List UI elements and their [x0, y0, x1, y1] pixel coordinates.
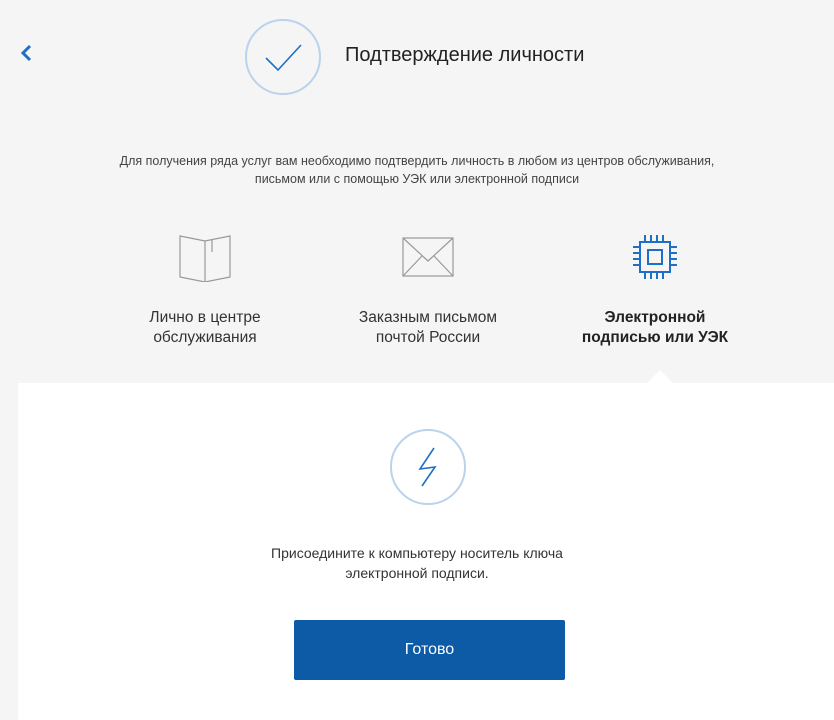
- intro-line-2: письмом или с помощью УЭК или электронно…: [254, 172, 580, 186]
- method-electronic-signature-line-1: Электронной: [604, 309, 706, 326]
- page-title: Подтверждение личности: [345, 44, 585, 66]
- checkmark-circle-icon: [245, 19, 321, 95]
- lightning-circle-icon: [390, 429, 466, 505]
- method-in-person-line-1: Лично в центре: [149, 309, 261, 326]
- method-mail-line-2: почтой России: [375, 329, 481, 346]
- chip-icon: [633, 235, 677, 279]
- method-electronic-signature[interactable]: Электронной подписью или УЭК: [555, 222, 755, 348]
- method-in-person-label: Лично в центре обслуживания: [105, 308, 305, 348]
- ready-button[interactable]: Готово: [294, 620, 565, 680]
- method-in-person-line-2: обслуживания: [153, 329, 257, 346]
- envelope-icon: [402, 237, 454, 277]
- method-mail-label: Заказным письмом почтой России: [328, 308, 528, 348]
- method-electronic-signature-label: Электронной подписью или УЭК: [555, 308, 755, 348]
- intro-line-1: Для получения ряда услуг вам необходимо …: [119, 154, 715, 168]
- back-chevron-icon[interactable]: [20, 44, 34, 62]
- method-electronic-signature-line-2: подписью или УЭК: [581, 329, 729, 346]
- method-mail-line-1: Заказным письмом: [358, 309, 498, 326]
- instruction-text: Присоедините к компьютеру носитель ключа…: [0, 543, 834, 583]
- intro-text: Для получения ряда услуг вам необходимо …: [0, 152, 834, 188]
- panel-pointer: [646, 370, 674, 384]
- book-icon: [179, 235, 231, 282]
- method-in-person[interactable]: Лично в центре обслуживания: [105, 222, 305, 348]
- method-mail[interactable]: Заказным письмом почтой России: [328, 222, 528, 348]
- instruction-line-1: Присоедините к компьютеру носитель ключа: [271, 545, 563, 561]
- instruction-line-2: электронной подписи.: [345, 565, 489, 581]
